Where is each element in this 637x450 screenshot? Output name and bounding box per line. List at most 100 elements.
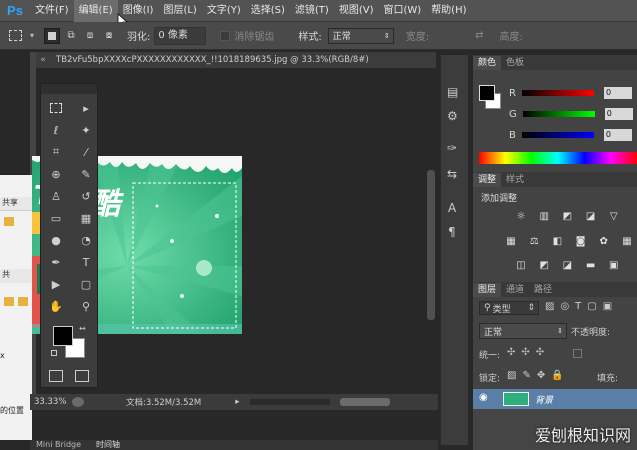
menu-edit[interactable]: 编辑(E) [73, 0, 118, 22]
tab-paths[interactable]: 路径 [529, 283, 557, 297]
red-value[interactable]: 0 [603, 87, 632, 99]
tab-adjustments[interactable]: 调整 [473, 173, 502, 187]
default-colors-icon[interactable] [51, 350, 57, 356]
gradient-map-icon[interactable]: ▬ [584, 259, 598, 271]
selective-color-icon[interactable]: ▣ [607, 259, 621, 271]
blur-tool-icon[interactable]: ● [45, 230, 67, 250]
menu-select[interactable]: 选择(S) [246, 0, 290, 22]
swap-icon[interactable]: ⇄ [475, 30, 483, 41]
lock-icons[interactable]: ▨✎✥🔒 [507, 370, 570, 381]
green-value[interactable]: 0 [604, 108, 633, 120]
magic-wand-icon[interactable]: ✦ [75, 120, 97, 140]
tab-styles[interactable]: 样式 [501, 173, 529, 187]
crop-tool-icon[interactable]: ⌗ [45, 142, 67, 162]
character-panel-icon[interactable]: A [448, 201, 456, 215]
tab-swatches[interactable]: 色板 [501, 56, 529, 70]
tab-mini-bridge[interactable]: Mini Bridge [36, 440, 81, 450]
lasso-tool-icon[interactable]: ℓ [45, 120, 67, 140]
color-balance-icon[interactable]: ⚖ [527, 235, 541, 247]
subtract-selection-icon[interactable]: ⧈ [82, 28, 98, 44]
layer-row-background[interactable]: ◉ 背景 [473, 389, 637, 409]
invert-icon[interactable]: ◫ [514, 259, 528, 271]
unify-icons[interactable]: ✣✣✣ [507, 347, 550, 358]
status-icon[interactable] [72, 397, 84, 407]
hand-tool-icon[interactable]: ✋ [45, 296, 67, 316]
black-white-icon[interactable]: ◧ [550, 235, 564, 247]
chevron-down-icon[interactable]: ▾ [30, 31, 34, 40]
gradient-tool-icon[interactable]: ▦ [75, 208, 97, 228]
levels-icon[interactable]: ▥ [537, 210, 551, 222]
actions-panel-icon[interactable]: ⚙ [447, 109, 458, 123]
dodge-tool-icon[interactable]: ◔ [75, 230, 97, 250]
foreground-color-swatch[interactable] [53, 326, 73, 346]
blue-slider[interactable] [521, 132, 594, 138]
swap-colors-icon[interactable]: ↔ [79, 324, 86, 333]
marquee-tool-icon[interactable] [45, 98, 67, 118]
vibrance-icon[interactable]: ▽ [607, 210, 621, 222]
healing-brush-icon[interactable]: ⊕ [45, 164, 67, 184]
marquee-preset-icon[interactable] [0, 22, 30, 50]
tab-timeline[interactable]: 时间轴 [96, 440, 120, 450]
green-slider[interactable] [522, 111, 595, 117]
exposure-icon[interactable]: ◪ [584, 210, 598, 222]
document-tab[interactable]: TB2vFu5bpXXXXcPXXXXXXXXXXXX_!!1018189635… [36, 52, 436, 68]
shape-tool-icon[interactable]: ▢ [75, 274, 97, 294]
menu-window[interactable]: 窗口(W) [378, 0, 426, 22]
color-fg-swatch[interactable] [479, 85, 495, 101]
paragraph-panel-icon[interactable]: ¶ [448, 225, 456, 239]
layer-kind-filter[interactable]: ⚲ 类型 ⇕ [479, 301, 539, 315]
horizontal-scrollbar-track[interactable] [249, 399, 330, 405]
eraser-icon[interactable]: ▭ [45, 208, 67, 228]
new-selection-icon[interactable] [44, 27, 61, 44]
tab-color[interactable]: 颜色 [473, 56, 502, 70]
vertical-scrollbar[interactable] [427, 170, 435, 320]
propagate-checkbox[interactable] [573, 349, 582, 358]
menu-filter[interactable]: 滤镜(T) [290, 0, 334, 22]
photo-filter-icon[interactable]: ◙ [574, 235, 588, 247]
path-selection-icon[interactable]: ▶ [45, 274, 67, 294]
toolbox-header[interactable] [41, 84, 97, 94]
posterize-icon[interactable]: ◩ [537, 259, 551, 271]
feather-input[interactable]: 0 像素 [154, 26, 207, 45]
hue-saturation-icon[interactable]: ▦ [504, 235, 518, 247]
type-tool-icon[interactable]: T [75, 252, 97, 272]
quick-mask-icon[interactable] [49, 370, 63, 382]
clone-stamp-icon[interactable]: ♙ [45, 186, 67, 206]
eyedropper-icon[interactable]: ⁄ [75, 142, 97, 162]
color-lookup-icon[interactable]: ▦ [620, 235, 634, 247]
status-arrow-icon[interactable]: ▸ [235, 397, 239, 407]
move-tool-icon[interactable]: ▸ [75, 98, 97, 118]
tab-layers[interactable]: 图层 [473, 283, 502, 297]
brush-panel-icon[interactable]: ✑ [447, 141, 457, 155]
clone-source-icon[interactable]: ⇆ [447, 167, 457, 181]
menu-view[interactable]: 视图(V) [334, 0, 379, 22]
intersect-selection-icon[interactable]: ⧇ [101, 28, 117, 44]
menu-help[interactable]: 帮助(H) [426, 0, 471, 22]
eye-visibility-icon[interactable]: ◉ [479, 392, 488, 403]
double-chevron-icon[interactable]: « [36, 52, 50, 68]
antialias-checkbox[interactable] [220, 30, 231, 41]
channel-mixer-icon[interactable]: ✿ [597, 235, 611, 247]
brightness-icon[interactable]: ☼ [514, 210, 528, 222]
add-selection-icon[interactable]: ⧉ [63, 28, 79, 44]
pen-tool-icon[interactable]: ✒ [45, 252, 67, 272]
red-slider[interactable] [521, 90, 594, 96]
brush-tool-icon[interactable]: ✎ [75, 164, 97, 184]
menu-layer[interactable]: 图层(L) [158, 0, 201, 22]
style-select[interactable]: 正常 ⇕ [327, 27, 394, 44]
blend-mode-select[interactable]: 正常 ⇕ [479, 323, 567, 339]
zoom-tool-icon[interactable]: ⚲ [75, 296, 97, 316]
tab-channels[interactable]: 通道 [501, 283, 529, 297]
screen-mode-icon[interactable] [75, 370, 89, 382]
threshold-icon[interactable]: ◪ [560, 259, 574, 271]
menu-type[interactable]: 文字(Y) [202, 0, 246, 22]
menu-file[interactable]: 文件(F) [30, 0, 74, 22]
layer-filter-icons[interactable]: ▨◎T▢▣ [545, 301, 618, 312]
history-panel-icon[interactable]: ▤ [447, 85, 458, 99]
color-spectrum-bar[interactable] [479, 152, 637, 164]
blue-value[interactable]: 0 [603, 129, 632, 141]
zoom-level[interactable]: 33.33% [34, 397, 68, 407]
horizontal-scrollbar-thumb[interactable] [339, 398, 390, 406]
curves-icon[interactable]: ◩ [560, 210, 574, 222]
history-brush-icon[interactable]: ↺ [75, 186, 97, 206]
